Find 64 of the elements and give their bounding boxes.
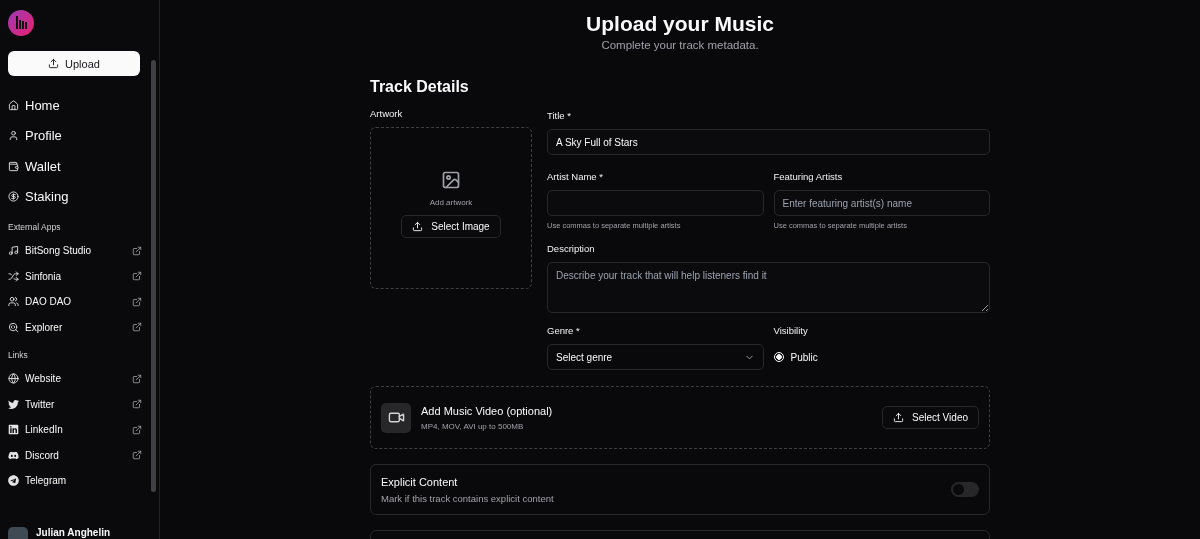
section-title: External Apps [8,222,62,232]
select-image-button[interactable]: Select Image [401,215,501,238]
page-subtitle: Complete your track metadata. [601,39,759,51]
scrollbar[interactable] [151,60,156,492]
artwork-dropzone[interactable]: Add artwork Select Image [370,127,532,289]
nav-item[interactable]: Staking [8,181,151,212]
genre-select[interactable]: Select genre [547,344,764,370]
toggle-switch[interactable] [951,482,979,497]
artwork-hint: Add artwork [429,198,473,207]
featuring-artists-field[interactable]: Enter featuring artist(s) name [773,190,990,216]
card-description: Mark if this track contains explicit content [381,492,555,504]
video-camera-icon [381,402,411,433]
linkedin-icon [8,424,19,436]
upload-button[interactable]: Upload [8,51,140,76]
shuffle-icon [8,270,19,282]
field-label: Title * [547,110,572,123]
dollar-coin-icon [8,191,19,203]
search-icon [8,321,19,333]
users-icon [8,296,19,308]
section-title: Track Details [370,78,470,96]
globe-icon [8,373,19,385]
paper-plane-icon [8,475,19,487]
title-field[interactable]: A Sky Full of Stars [547,129,990,155]
field-label: Visibility [773,325,809,338]
field-label: Genre * [547,325,581,338]
sidebar-link[interactable]: LinkedIn [8,417,142,443]
field-label: Description [547,243,596,256]
radio-label: Public [790,351,818,363]
sidebar-link[interactable]: DAO DAO [8,289,142,315]
sidebar-link[interactable]: Telegram [8,468,142,494]
field-label: Featuring Artists [773,171,844,184]
sidebar-link[interactable]: Explorer [8,314,142,340]
radio-button[interactable] [773,352,784,362]
upload-icon [412,221,424,232]
sidebar-link[interactable]: BitSong Studio [8,238,142,264]
select-video-button[interactable]: Select Video [882,406,979,429]
artist-name-field[interactable] [547,190,764,216]
page-title: Upload your Music [586,12,774,36]
sidebar-link[interactable]: Sinfonia [8,263,142,289]
music-note-icon [8,245,19,257]
video-title: Add Music Video (optional) [421,404,554,417]
nav-item[interactable]: Home [8,90,151,121]
sidebar-link[interactable]: Twitter [8,391,142,417]
upload-icon [893,412,905,423]
image-icon [441,170,461,190]
upload-icon [48,58,60,69]
user-icon [8,130,19,142]
logo-icon[interactable] [8,10,34,36]
field-label: Artwork [370,108,404,121]
description-field[interactable]: Describe your track that will help listeners find it [547,262,990,313]
discord-icon [8,449,19,461]
section-title: Links [8,350,29,360]
nav-item[interactable]: Profile [8,120,151,151]
wallet-icon [8,160,19,172]
user-name: Julian Anghelin [36,527,111,539]
card-title: Explicit Content [381,475,459,488]
bird-icon [8,398,19,410]
sidebar-link[interactable]: Website [8,366,142,392]
sidebar-link[interactable]: Discord [8,442,142,468]
video-hint: MP4, MOV, AVI up to 500MB [421,421,525,431]
field-label: Artist Name * [547,171,604,184]
video-dropzone[interactable]: Add Music Video (optional) MP4, MOV, AVI up to 500MB Select Video [370,386,990,449]
nav-item[interactable]: Wallet [8,151,151,182]
home-icon [8,99,19,111]
